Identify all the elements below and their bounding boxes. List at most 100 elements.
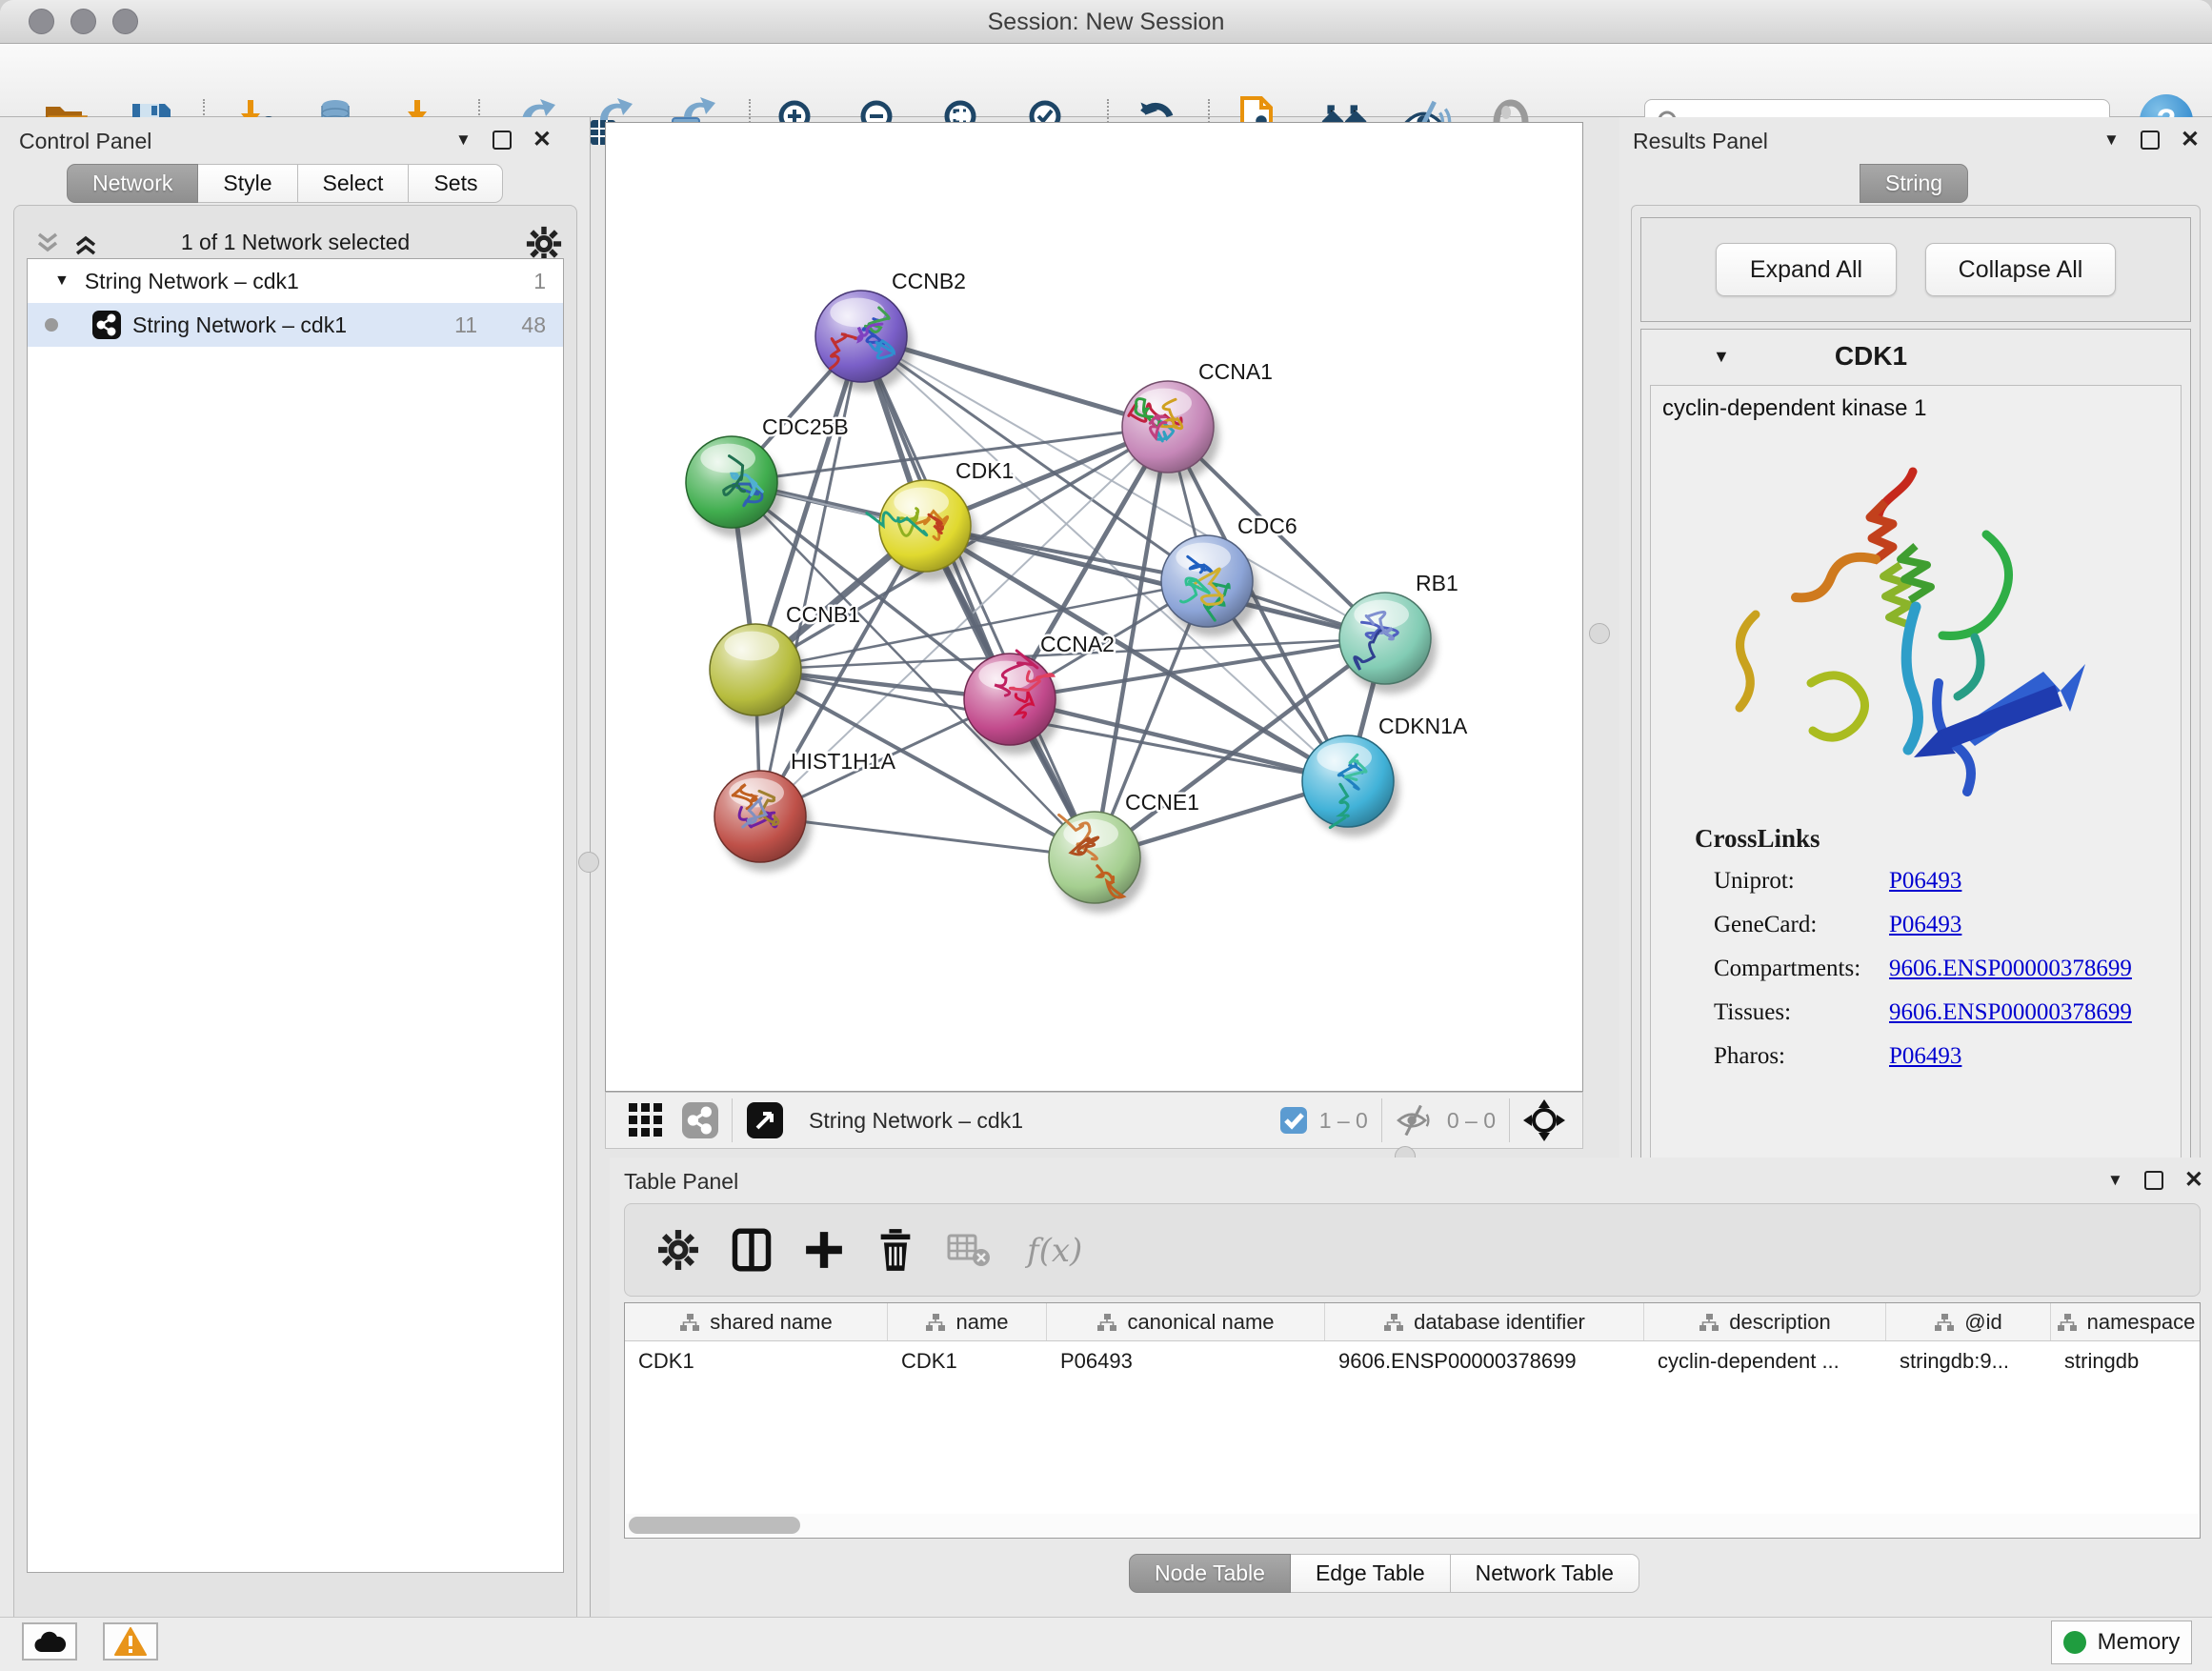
column-header-namespace[interactable]: namespace [2051, 1303, 2201, 1340]
protein-details: cyclin-dependent kinase 1 [1650, 385, 2182, 1178]
left-splitter-handle[interactable] [578, 852, 599, 873]
panel-menu-icon[interactable]: ▼ [455, 131, 472, 150]
protein-description: cyclin-dependent kinase 1 [1651, 386, 2181, 422]
cell-3[interactable]: 9606.ENSP00000378699 [1325, 1341, 1644, 1381]
delete-column-icon[interactable] [876, 1228, 915, 1272]
tree-expand-icon[interactable]: ▼ [54, 272, 70, 290]
tab-style[interactable]: Style [198, 164, 297, 203]
network-graph[interactable]: CCNB2CCNA1CDC25BCDK1CDC6RB1CCNB1CCNA2CDK… [606, 123, 1582, 1091]
warning-status-button[interactable] [103, 1622, 158, 1661]
table-toolbar: f(x) [624, 1203, 2201, 1297]
panel-menu-icon[interactable]: ▼ [2107, 1171, 2123, 1190]
table-row[interactable]: CDK1CDK1P064939606.ENSP00000378699cyclin… [625, 1341, 2200, 1381]
cloud-status-button[interactable] [22, 1622, 77, 1661]
column-header-shared-name[interactable]: shared name [625, 1303, 888, 1340]
section-collapse-icon[interactable]: ▼ [1713, 347, 1730, 367]
column-header-database-identifier[interactable]: database identifier [1325, 1303, 1644, 1340]
right-splitter-handle[interactable] [1589, 623, 1610, 644]
crosslink-link-1[interactable]: P06493 [1889, 912, 1961, 938]
status-bar: Memory [0, 1617, 2212, 1671]
panel-float-icon[interactable] [2144, 1171, 2163, 1190]
cell-6[interactable]: stringdb [2051, 1341, 2201, 1381]
application-window: Session: New Session [0, 0, 2212, 1671]
panel-menu-icon[interactable]: ▼ [2103, 131, 2120, 150]
selected-checkbox-icon[interactable] [1279, 1106, 1308, 1135]
svg-text:f(x): f(x) [1024, 1232, 1082, 1270]
view-mode-icon[interactable] [682, 1102, 718, 1138]
table-gear-icon[interactable] [657, 1229, 699, 1271]
crosslink-link-2[interactable]: 9606.ENSP00000378699 [1889, 956, 2132, 982]
node-table: shared namenamecanonical namedatabase id… [624, 1302, 2201, 1539]
memory-button[interactable]: Memory [2051, 1621, 2192, 1664]
cell-4[interactable]: cyclin-dependent ... [1644, 1341, 1886, 1381]
tab-sets[interactable]: Sets [409, 164, 503, 203]
column-type-icon [1096, 1313, 1117, 1332]
crosslink-link-0[interactable]: P06493 [1889, 868, 1961, 895]
network-collection-row[interactable]: ▼ String Network – cdk1 1 [28, 259, 563, 303]
create-column-icon[interactable] [804, 1230, 844, 1270]
table-horizontal-scrollbar[interactable] [626, 1514, 2199, 1537]
node-CCNA1[interactable]: CCNA1 [1122, 359, 1273, 482]
grid-mode-icon[interactable] [627, 1101, 665, 1139]
node-label-CDK1: CDK1 [955, 458, 1014, 483]
control-panel-tabs: Network Style Select Sets [67, 164, 503, 203]
crosslink-link-3[interactable]: 9606.ENSP00000378699 [1889, 999, 2132, 1026]
column-header-name[interactable]: name [888, 1303, 1047, 1340]
node-CDK1[interactable]: CDK1 [867, 458, 1014, 581]
tab-edge-table[interactable]: Edge Table [1291, 1554, 1451, 1593]
column-type-icon [1383, 1313, 1404, 1332]
node-HIST1H1A[interactable]: HIST1H1A [714, 749, 896, 872]
detach-view-icon[interactable] [746, 1101, 784, 1139]
network-view-toolbar: String Network – cdk1 1 – 0 0 – 0 [605, 1092, 1583, 1149]
hidden-eye-icon[interactable] [1396, 1105, 1436, 1136]
tab-network-table[interactable]: Network Table [1451, 1554, 1639, 1593]
panel-float-icon[interactable] [2141, 131, 2160, 150]
column-header--id[interactable]: @id [1886, 1303, 2051, 1340]
network-options-gear-icon[interactable] [526, 226, 562, 262]
control-panel-title: Control Panel [19, 129, 151, 154]
node-CDKN1A[interactable]: CDKN1A [1302, 714, 1468, 836]
node-CCNB1[interactable]: CCNB1 [710, 602, 860, 725]
node-label-CDKN1A: CDKN1A [1378, 714, 1468, 738]
toolbar-separator [1381, 1098, 1382, 1142]
network-collection-label: String Network – cdk1 [85, 269, 299, 294]
network-canvas[interactable]: CCNB2CCNA1CDC25BCDK1CDC6RB1CCNB1CCNA2CDK… [605, 122, 1583, 1092]
main-toolbar: ? [0, 44, 2212, 117]
delete-table-icon[interactable] [947, 1232, 991, 1268]
crosslink-label-0: Uniprot: [1714, 868, 1795, 895]
memory-status-dot [2063, 1631, 2086, 1654]
network-node-count: 11 [454, 312, 477, 338]
protein-section-header[interactable]: ▼ CDK1 [1641, 330, 2190, 383]
control-panel-header-controls: ▼ ✕ [455, 131, 552, 150]
function-builder-icon[interactable]: f(x) [1023, 1227, 1090, 1273]
panel-close-icon[interactable]: ✕ [533, 131, 552, 150]
column-header-canonical-name[interactable]: canonical name [1047, 1303, 1325, 1340]
control-panel: Control Panel ▼ ✕ Network Style Select S… [0, 117, 591, 1617]
collapse-all-button[interactable]: Collapse All [1925, 243, 2116, 296]
network-edge-count: 48 [521, 312, 546, 338]
show-columns-icon[interactable] [732, 1228, 772, 1272]
cell-0[interactable]: CDK1 [625, 1341, 888, 1381]
tab-network[interactable]: Network [67, 164, 198, 203]
tab-select[interactable]: Select [298, 164, 410, 203]
tab-node-table[interactable]: Node Table [1129, 1554, 1291, 1593]
cell-5[interactable]: stringdb:9... [1886, 1341, 2051, 1381]
tab-string[interactable]: String [1860, 164, 1968, 203]
crosslinks-title: CrossLinks [1695, 824, 1820, 854]
node-label-CCNA1: CCNA1 [1198, 359, 1273, 384]
cell-2[interactable]: P06493 [1047, 1341, 1325, 1381]
panel-close-icon[interactable]: ✕ [2184, 1171, 2203, 1190]
node-RB1[interactable]: RB1 [1339, 571, 1458, 694]
cell-1[interactable]: CDK1 [888, 1341, 1047, 1381]
column-header-description[interactable]: description [1644, 1303, 1886, 1340]
protein-structure-image [1689, 443, 2108, 824]
node-CCNB2[interactable]: CCNB2 [815, 269, 966, 392]
panel-close-icon[interactable]: ✕ [2181, 131, 2200, 150]
toolbar-separator [732, 1098, 733, 1142]
network-row[interactable]: String Network – cdk1 11 48 [28, 303, 563, 347]
crosslink-link-4[interactable]: P06493 [1889, 1043, 1961, 1070]
birdseye-icon[interactable] [1523, 1099, 1565, 1141]
expand-all-button[interactable]: Expand All [1716, 243, 1897, 296]
panel-float-icon[interactable] [493, 131, 512, 150]
edge-CCNB2-HIST1H1A [760, 336, 861, 816]
